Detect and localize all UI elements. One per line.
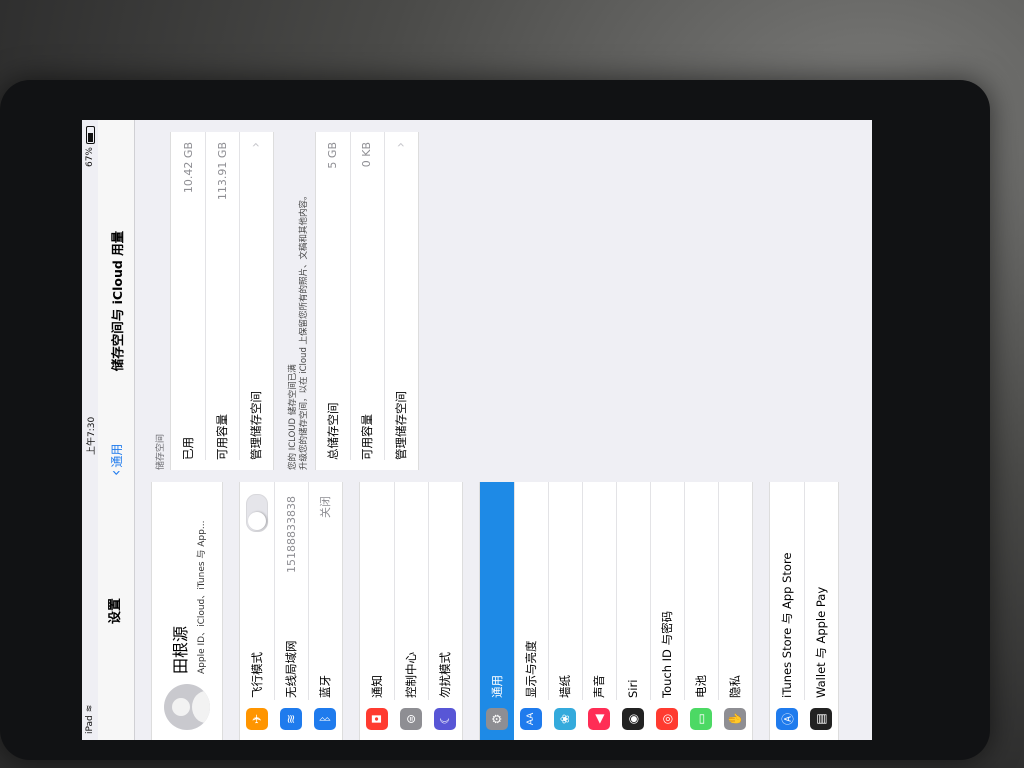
profile-subtitle: Apple ID、iCloud、iTunes 与 App... [197,520,207,674]
sidebar-item-label: 无线局域网 [284,640,298,699]
airplane-mode-toggle[interactable] [246,494,268,532]
detail-title: 储存空间与 iCloud 用量 [109,230,125,372]
chevron-right-icon: › [248,142,264,148]
manage-storage-label: 管理储存空间 [249,391,263,460]
sidebar-item-label: 蓝牙 [318,675,332,698]
sidebar-item-gear[interactable]: ⚙ 通用 [480,482,514,740]
sidebar-item-wifi[interactable]: ≋ 无线局域网 15188833838 [274,482,308,740]
sidebar-item-label: iTunes Store 与 App Store [780,552,794,699]
battery-status-icon [85,126,95,145]
sidebar-item-label: 声音 [592,675,606,698]
back-label: 通用 [109,443,124,468]
app-store-icon: Ⓐ [776,708,798,730]
ipad-screen: iPad ≋ 上午7:30 67% 设置 田根源 Apple ID、iCloud… [82,120,872,740]
manage-storage-row[interactable]: 管理储存空间 › [239,132,273,470]
settings-master-pane: 设置 田根源 Apple ID、iCloud、iTunes 与 App... ✈… [98,481,872,740]
avatar-icon [164,684,210,730]
status-time: 上午7:30 [86,416,97,455]
sidebar-item-label: 飞行模式 [250,652,264,698]
sidebar-item-label: Siri [626,679,640,698]
notifications-icon: ◘ [366,708,388,730]
hand-icon: ✋ [724,708,746,730]
general-group: ⚙ 通用 AA 显示与亮度 ❀ 墙纸 ◀ 声音 ◉ Siri ◎ Touch ID 与密码 ▭ 电池 ✋ 隐私 [479,482,753,740]
storage-available-row: 可用容量 113.91 GB [205,132,239,470]
sidebar-item-label: Wallet 与 Apple Pay [814,586,828,698]
sidebar-item-value: 关闭 [319,496,332,518]
icloud-manage-storage-row[interactable]: 管理储存空间 › [384,132,418,470]
sidebar-item-label: 通用 [490,675,504,698]
back-button[interactable]: ‹ 通用 [106,443,125,482]
sidebar-item-label: 显示与亮度 [524,640,538,699]
wallpaper-icon: ❀ [554,708,576,730]
notifications-group: ◘ 通知 ⊜ 控制中心 ☾ 勿扰模式 [359,482,463,740]
storage-used-label: 已用 [181,437,195,460]
storage-available-value: 113.91 GB [215,142,229,201]
sidebar-item-sound[interactable]: ◀ 声音 [582,482,616,740]
sidebar-item-airplane[interactable]: ✈ 飞行模式 [240,482,274,740]
sidebar-item-hand[interactable]: ✋ 隐私 [718,482,752,740]
sidebar-item-label: 通知 [370,675,384,698]
sound-icon: ◀ [588,708,610,730]
display-icon: AA [520,708,542,730]
sidebar-item-display[interactable]: AA 显示与亮度 [514,482,548,740]
sidebar-item-siri[interactable]: ◉ Siri [616,482,650,740]
storage-used-row: 已用 10.42 GB [171,132,205,470]
fingerprint-icon: ◎ [656,708,678,730]
device-label: iPad [85,715,95,734]
control-center-icon: ⊜ [400,708,422,730]
icloud-available-value: 0 KB [360,142,374,168]
sidebar-item-label: 隐私 [728,675,742,698]
detail-nav-bar: ‹ 通用 储存空间与 iCloud 用量 [98,120,135,482]
status-bar: iPad ≋ 上午7:30 67% [82,120,98,740]
icloud-storage-group: 总储存空间 5 GB 可用容量 0 KB 管理储存空间 › [314,132,419,470]
wifi-icon: ≋ [280,708,302,730]
moon-icon: ☾ [434,708,456,730]
screen-viewport: iPad ≋ 上午7:30 67% 设置 田根源 Apple ID、iCloud… [82,120,872,740]
siri-icon: ◉ [622,708,644,730]
sidebar-item-label: 勿扰模式 [438,652,452,698]
sidebar-item-fingerprint[interactable]: ◎ Touch ID 与密码 [650,482,684,740]
sidebar-item-label: 电池 [694,675,708,698]
icloud-total-value: 5 GB [326,142,340,169]
sidebar-item-wallpaper[interactable]: ❀ 墙纸 [548,482,582,740]
storage-detail-pane: ‹ 通用 储存空间与 iCloud 用量 储存空间 已用 10.42 GB 可用… [98,120,872,482]
storage-section-header: 储存空间 [156,433,166,470]
icloud-total-row: 总储存空间 5 GB [316,132,350,470]
icloud-manage-label: 管理储存空间 [393,391,408,460]
icloud-full-note: 您的 ICLOUD 储存空间已满 升级您的储存空间，以在 iCloud 上保留您… [288,191,310,470]
battery-icon: ▭ [690,708,712,730]
sidebar-item-wallet[interactable]: ▤ Wallet 与 Apple Pay [804,482,838,740]
bluetooth-icon: ᛒ [314,708,336,730]
icloud-total-label: 总储存空间 [325,402,340,461]
chevron-right-icon: › [392,142,409,148]
sidebar-item-label: Touch ID 与密码 [660,610,674,698]
settings-title: 设置 [98,482,135,740]
airplane-icon: ✈ [246,708,268,730]
storage-available-label: 可用容量 [215,414,229,460]
connectivity-group: ✈ 飞行模式 ≋ 无线局域网 15188833838 ᛒ 蓝牙 关闭 [239,482,343,740]
sidebar-item-value: 15188833838 [284,496,298,573]
apple-id-profile-row[interactable]: 田根源 Apple ID、iCloud、iTunes 与 App... [151,482,223,740]
sidebar-item-notifications[interactable]: ◘ 通知 [360,482,394,740]
icloud-available-row: 可用容量 0 KB [350,132,384,470]
battery-percent: 67% [85,147,95,168]
wallet-icon: ▤ [810,708,832,730]
sidebar-item-label: 控制中心 [404,652,418,698]
gear-icon: ⚙ [486,708,508,730]
sidebar-item-battery[interactable]: ▭ 电池 [684,482,718,740]
store-group: ⒶiTunes Store 与 App Store ▤ Wallet 与 Apple… [769,482,839,740]
device-storage-group: 已用 10.42 GB 可用容量 113.91 GB 管理储存空间 › [170,132,274,470]
icloud-available-label: 可用容量 [359,414,374,460]
sidebar-item-bluetooth[interactable]: ᛒ 蓝牙 关闭 [308,482,342,740]
sidebar-item-moon[interactable]: ☾ 勿扰模式 [428,482,462,740]
sidebar-item-app-store[interactable]: ⒶiTunes Store 与 App Store [770,482,804,740]
chevron-left-icon: ‹ [106,469,125,476]
sidebar-item-control-center[interactable]: ⊜ 控制中心 [394,482,428,740]
wifi-status-icon: ≋ [85,704,95,713]
sidebar-item-label: 墙纸 [558,675,572,698]
storage-used-value: 10.42 GB [181,142,195,194]
profile-name: 田根源 [171,625,190,674]
